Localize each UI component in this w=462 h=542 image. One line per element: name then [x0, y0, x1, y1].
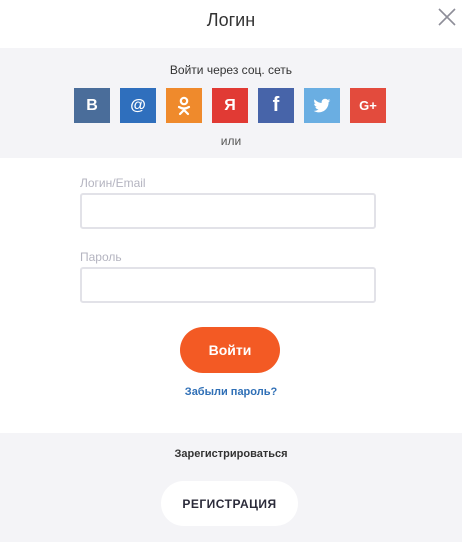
- social-login-panel: Войти через соц. сеть В @ Я f G+ или: [0, 48, 462, 158]
- vk-button[interactable]: В: [74, 88, 110, 123]
- social-login-title: Войти через соц. сеть: [169, 63, 293, 77]
- login-email-label: Логин/Email: [80, 176, 146, 190]
- login-form: Логин/Email Пароль Войти Забыли пароль?: [0, 158, 462, 433]
- googleplus-icon: G+: [359, 98, 377, 113]
- forgot-password-link[interactable]: Забыли пароль?: [0, 386, 462, 398]
- register-panel: Зарегистрироваться РЕГИСТРАЦИЯ: [0, 433, 462, 542]
- odnoklassniki-button[interactable]: [166, 88, 202, 123]
- modal-header: Логин: [0, 0, 462, 48]
- modal-title: Логин: [206, 10, 256, 30]
- password-input[interactable]: [80, 267, 376, 303]
- register-button[interactable]: РЕГИСТРАЦИЯ: [161, 481, 298, 526]
- odnoklassniki-icon: [177, 96, 191, 115]
- register-label: Зарегистрироваться: [174, 448, 288, 460]
- password-label: Пароль: [80, 250, 122, 264]
- mailru-icon: @: [130, 96, 146, 114]
- googleplus-button[interactable]: G+: [350, 88, 386, 123]
- close-icon[interactable]: [436, 6, 458, 28]
- or-divider-label: или: [220, 134, 242, 148]
- login-email-input[interactable]: [80, 193, 376, 229]
- social-buttons-row: В @ Я f G+: [74, 88, 386, 123]
- yandex-icon: Я: [224, 96, 236, 114]
- vk-icon: В: [86, 96, 98, 114]
- twitter-button[interactable]: [304, 88, 340, 123]
- facebook-icon: f: [272, 94, 280, 116]
- yandex-button[interactable]: Я: [212, 88, 248, 123]
- mailru-button[interactable]: @: [120, 88, 156, 123]
- twitter-icon: [313, 98, 331, 112]
- facebook-button[interactable]: f: [258, 88, 294, 123]
- login-submit-button[interactable]: Войти: [180, 327, 280, 373]
